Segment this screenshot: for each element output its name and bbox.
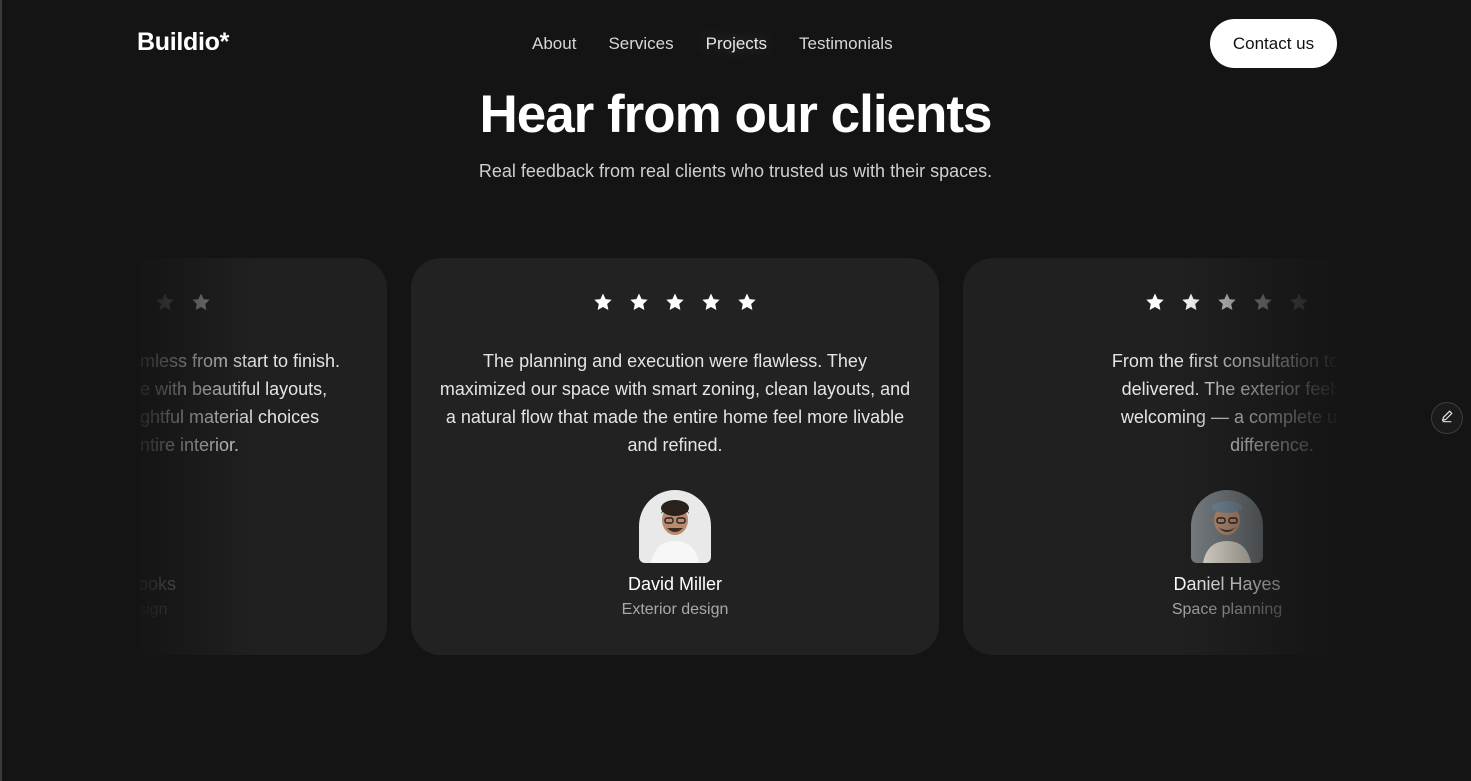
quote-line: mless from start to finish. <box>140 351 341 371</box>
star-icon <box>1289 292 1309 312</box>
star-icon <box>155 292 175 312</box>
star-icon <box>1181 292 1201 312</box>
section-subtitle: Real feedback from real clients who trus… <box>478 161 993 181</box>
client-name: Daniel Hayes <box>1173 574 1281 594</box>
star-icon <box>665 292 685 312</box>
quote-line: ntire interior. <box>140 435 240 455</box>
quote-line: maximized our space with smart zoning, c… <box>439 379 911 399</box>
quote-line: The planning and execution were flawless… <box>483 351 867 371</box>
edit-button[interactable] <box>1431 402 1463 434</box>
main-nav: About Services Projects Testimonials <box>516 33 909 55</box>
page: Buildio* About Services Projects Testimo… <box>0 0 1471 781</box>
client-name: David Miller <box>627 574 723 594</box>
testimonial-card[interactable]: The planning and execution were flawless… <box>411 258 939 655</box>
quote-line: welcoming — a complete upgrade tha <box>1120 407 1336 427</box>
testimonial-quote: The planning and execution were flawless… <box>437 347 913 459</box>
star-icon <box>593 292 613 312</box>
nav-projects[interactable]: Projects <box>690 33 783 55</box>
quote-line: difference. <box>1230 435 1314 455</box>
logo[interactable]: Buildio* <box>137 28 229 57</box>
star-icon <box>1145 292 1165 312</box>
client-role: Space planning <box>1171 601 1283 618</box>
pencil-icon <box>1440 409 1454 428</box>
testimonial-quote: mless from start to finish. e with beaut… <box>140 347 357 459</box>
star-icon <box>701 292 721 312</box>
star-icon <box>191 292 211 312</box>
quote-line: and refined. <box>627 435 723 455</box>
rating-stars <box>411 292 939 312</box>
testimonials-carousel[interactable]: mless from start to finish. e with beaut… <box>140 258 1336 656</box>
testimonial-quote: From the first consultation to the final… <box>993 347 1336 459</box>
quote-line: a natural flow that made the entire home… <box>445 407 905 427</box>
nav-about[interactable]: About <box>516 33 592 55</box>
testimonial-card[interactable]: From the first consultation to the final… <box>963 258 1336 655</box>
avatar <box>1191 490 1263 563</box>
avatar <box>639 490 711 563</box>
quote-line: From the first consultation to the final… <box>1111 351 1336 371</box>
star-icon <box>737 292 757 312</box>
quote-line: e with beautiful layouts, <box>140 379 328 399</box>
star-icon <box>1217 292 1237 312</box>
contact-us-button[interactable]: Contact us <box>1210 19 1337 68</box>
quote-line: ghtful material choices <box>140 407 320 427</box>
nav-testimonials[interactable]: Testimonials <box>783 33 909 55</box>
rating-stars <box>140 292 385 312</box>
nav-services[interactable]: Services <box>592 33 689 55</box>
rating-stars <box>963 292 1336 312</box>
quote-line: delivered. The exterior feels fresh, bal <box>1121 379 1336 399</box>
section-title: Hear from our clients <box>479 85 992 144</box>
testimonial-card[interactable]: mless from start to finish. e with beaut… <box>140 258 387 655</box>
star-icon <box>629 292 649 312</box>
star-icon <box>1253 292 1273 312</box>
client-role: Exterior design <box>621 601 729 618</box>
